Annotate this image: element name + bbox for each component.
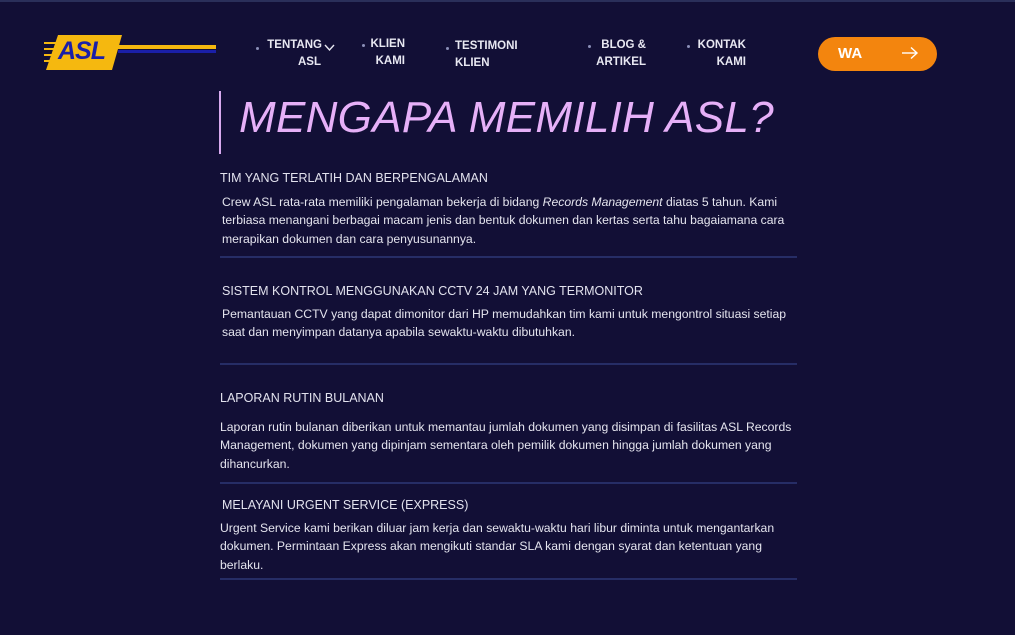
whatsapp-button[interactable]: WA — [818, 37, 937, 71]
nav-label-line1: KLIEN — [370, 38, 406, 50]
nav-label-line1: BLOG & — [601, 39, 646, 51]
feature-body: Urgent Service kami berikan diluar jam k… — [220, 521, 775, 572]
nav-label-line2: KAMI — [375, 55, 405, 67]
feature-body: Pemantauan CCTV yang dapat dimonitor dar… — [222, 307, 787, 340]
feature-title: TIM YANG TERLATIH DAN BERPENGALAMAN — [220, 171, 488, 185]
feature-title: MELAYANI URGENT SERVICE (EXPRESS) — [222, 498, 469, 512]
feature-title: SISTEM KONTROL MENGGUNAKAN CCTV 24 JAM Y… — [222, 284, 643, 298]
divider — [220, 256, 797, 258]
top-border — [0, 0, 1015, 2]
nav-bullet-icon — [362, 44, 365, 47]
logo-text: ASL — [58, 37, 106, 65]
feature-body: Crew ASL rata-rata memiliki pengalaman b… — [222, 193, 794, 248]
nav-item-klien-kami[interactable]: KLIEN KAMI — [368, 36, 406, 70]
nav-label-line1: TESTIMONI KLIEN — [455, 40, 518, 69]
section-heading: MENGAPA MEMILIH ASL? — [239, 93, 774, 142]
whatsapp-button-label: WA — [838, 45, 863, 62]
divider — [220, 363, 797, 365]
chevron-down-icon[interactable] — [324, 44, 335, 52]
feature-body-text: Crew ASL rata-rata memiliki pengalaman b… — [222, 195, 543, 209]
asl-logo[interactable]: ASL — [44, 33, 219, 73]
nav-label-line1: TENTANG — [267, 39, 322, 51]
nav-label-line2: ASL — [298, 56, 321, 68]
feature-body-emphasis: Records Management — [542, 195, 663, 209]
heading-accent-line — [219, 91, 221, 154]
feature-title: LAPORAN RUTIN BULANAN — [220, 391, 384, 405]
divider — [220, 482, 797, 484]
nav-bullet-icon — [446, 47, 449, 50]
nav-bullet-icon — [687, 45, 690, 48]
nav-bullet-icon — [588, 45, 591, 48]
nav-label-line2: KAMI — [716, 56, 746, 68]
nav-bullet-icon — [256, 47, 259, 50]
arrow-right-icon — [902, 46, 919, 60]
nav-item-blog-artikel[interactable]: BLOG & ARTIKEL — [596, 37, 646, 71]
divider — [220, 578, 797, 580]
nav-item-kontak-kami[interactable]: KONTAK KAMI — [694, 37, 746, 71]
nav-item-tentang-asl[interactable]: TENTANG ASL — [262, 37, 322, 71]
nav-item-testimoni-klien[interactable]: TESTIMONI KLIEN — [455, 38, 555, 72]
nav-label-line1: KONTAK — [697, 39, 746, 51]
feature-body: Laporan rutin bulanan diberikan untuk me… — [220, 420, 792, 471]
nav-label-line2: ARTIKEL — [596, 56, 646, 68]
